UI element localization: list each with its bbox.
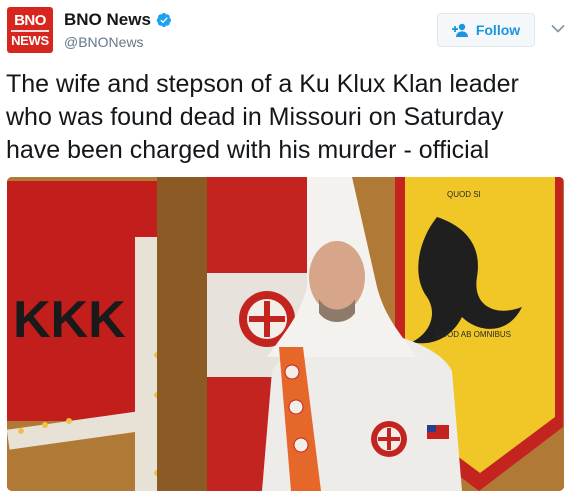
photo-illustration: KKK QUOD SI QUOD AB OMNIBUS xyxy=(7,177,564,491)
avatar[interactable]: BNO NEWS xyxy=(7,7,53,53)
account-name-row[interactable]: BNO News xyxy=(64,10,172,30)
chevron-down-icon[interactable] xyxy=(551,24,565,34)
tweet-text: The wife and stepson of a Ku Klux Klan l… xyxy=(6,70,519,164)
add-user-icon xyxy=(451,23,468,37)
wooden-cross xyxy=(135,237,159,491)
avatar-line-2: NEWS xyxy=(11,33,49,48)
follow-button[interactable]: Follow xyxy=(437,13,535,47)
avatar-line-1: BNO xyxy=(14,12,46,29)
kkk-flag-text: KKK xyxy=(13,291,126,349)
face xyxy=(309,241,365,313)
tweet-photo[interactable]: KKK QUOD SI QUOD AB OMNIBUS xyxy=(7,177,564,491)
banner-text-bottom: QUOD AB OMNIBUS xyxy=(435,330,511,339)
banner-text-top: QUOD SI xyxy=(447,190,481,199)
follow-button-label: Follow xyxy=(475,22,521,38)
verified-badge-icon xyxy=(156,13,171,27)
avatar-divider xyxy=(11,30,49,32)
account-name[interactable]: BNO News xyxy=(64,10,151,30)
account-handle[interactable]: @BNONews xyxy=(64,34,144,50)
